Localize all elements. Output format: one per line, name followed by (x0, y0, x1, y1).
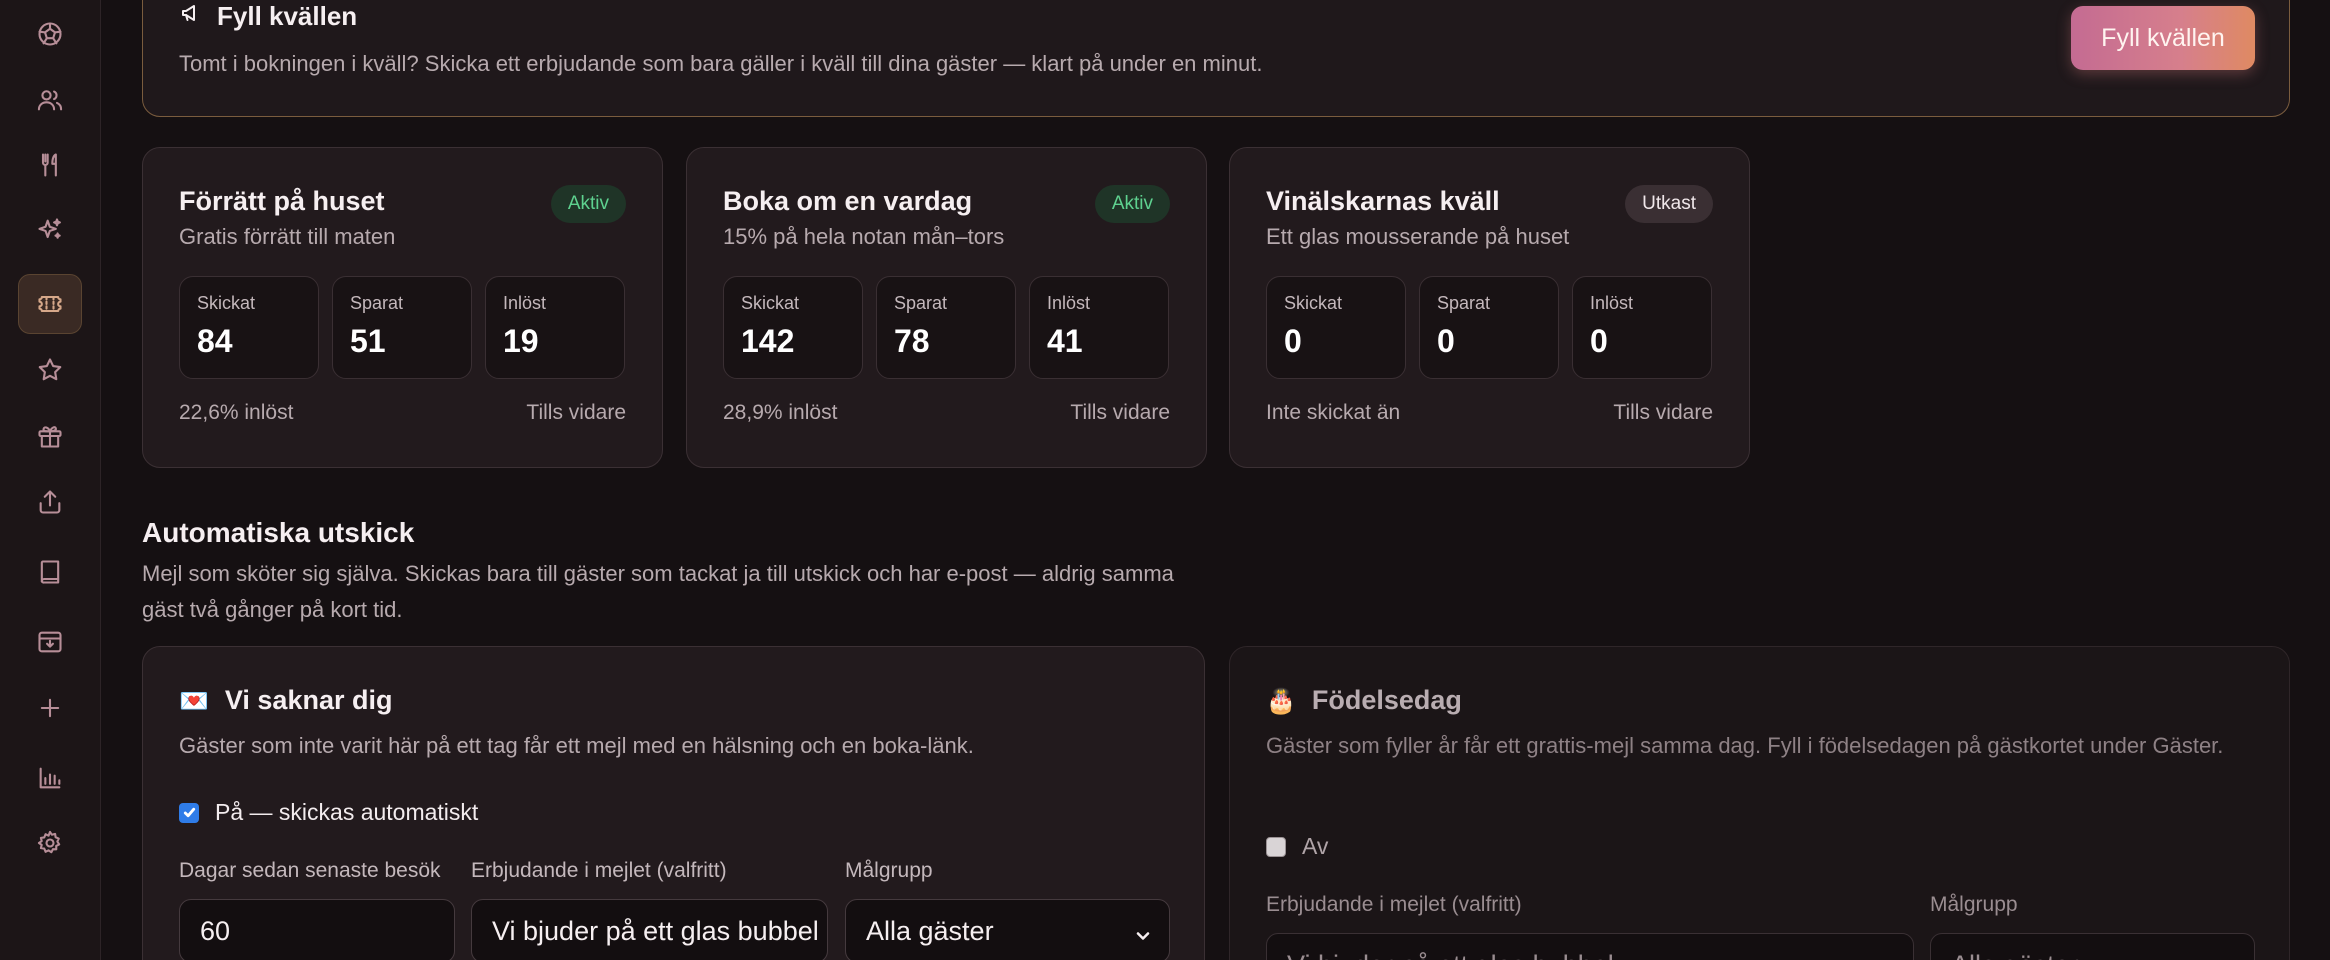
add-icon[interactable] (18, 678, 82, 738)
banner-title-text: Fyll kvällen (217, 1, 358, 31)
validity: Tills vidare (526, 401, 626, 424)
stat-value: 19 (503, 323, 539, 359)
auto-mail-card-miss-you: 💌 Vi saknar dig Gäster som inte varit hä… (142, 646, 1205, 960)
auto-mail-card-birthday: 🎂 Födelsedag Gäster som fyller år får et… (1229, 646, 2290, 960)
stat-redeemed: Inlöst 0 (1572, 276, 1712, 379)
stat-label: Sparat (1437, 293, 1491, 313)
stat-label: Sparat (350, 293, 404, 313)
validity: Tills vidare (1613, 401, 1713, 424)
sidebar (0, 0, 101, 960)
stat-sent: Skickat 0 (1266, 276, 1406, 379)
stat-label: Skickat (741, 293, 800, 313)
fill-evening-button[interactable]: Fyll kvällen (2071, 6, 2255, 70)
redeem-rate: Inte skickat än (1266, 401, 1401, 424)
stat-sent: Skickat 142 (723, 276, 863, 379)
love-letter-icon: 💌 (179, 686, 209, 715)
stat-saved: Sparat 78 (876, 276, 1016, 379)
audience-select[interactable]: Alla gäster (1930, 933, 2255, 960)
stat-sent: Skickat 84 (179, 276, 319, 379)
gift-icon[interactable] (18, 406, 82, 466)
offer-card[interactable]: Förrätt på huset Gratis förrätt till mat… (142, 147, 663, 468)
dashboard-icon[interactable] (18, 4, 82, 64)
main-content: Fyll kvällen Tomt i bokningen i kväll? S… (101, 0, 2330, 960)
export-icon[interactable] (18, 472, 82, 532)
status-badge: Aktiv (1094, 185, 1170, 223)
offer-label: Erbjudande i mejlet (valfritt) (471, 859, 727, 882)
toggle-label: Av (1302, 833, 1329, 859)
redeem-rate: 22,6% inlöst (179, 401, 294, 424)
checkbox-checked[interactable] (179, 802, 199, 823)
star-icon[interactable] (18, 340, 82, 400)
stat-label: Skickat (197, 293, 256, 313)
stat-value: 142 (741, 323, 795, 359)
status-badge: Aktiv (550, 185, 626, 223)
audience-value: Alla gäster (866, 915, 994, 946)
stat-value: 51 (350, 323, 386, 359)
stat-value: 0 (1284, 323, 1302, 359)
section-title: Automatiska utskick (142, 517, 415, 548)
audience-value: Alla gäster (1951, 950, 2079, 960)
offer-subtitle: Gratis förrätt till maten (179, 224, 396, 249)
offers-icon[interactable] (18, 274, 82, 334)
redeem-rate: 28,9% inlöst (723, 401, 838, 424)
archive-icon[interactable] (18, 612, 82, 672)
stat-label: Inlöst (1047, 293, 1091, 313)
section-description: Mejl som sköter sig själva. Skickas bara… (142, 561, 1174, 622)
stats-icon[interactable] (18, 748, 82, 808)
stat-value: 0 (1590, 323, 1608, 359)
stat-redeemed: Inlöst 41 (1029, 276, 1169, 379)
auto-title: 🎂 Födelsedag (1266, 685, 1462, 716)
offer-title: Förrätt på huset (179, 186, 385, 216)
stat-value: 78 (894, 323, 930, 359)
days-label: Dagar sedan senaste besök (179, 859, 441, 882)
auto-description: Gäster som fyller år får ett grattis-mej… (1266, 733, 2224, 758)
menu-icon[interactable] (18, 135, 82, 195)
sparkle-icon[interactable] (18, 200, 82, 260)
offer-label: Erbjudande i mejlet (valfritt) (1266, 893, 1522, 916)
auto-description: Gäster som inte varit här på ett tag får… (179, 733, 974, 758)
auto-toggle[interactable]: Av (1266, 833, 1328, 860)
banner-description: Tomt i bokningen i kväll? Skicka ett erb… (179, 51, 1263, 76)
audience-label: Målgrupp (1930, 893, 2018, 916)
book-icon[interactable] (18, 542, 82, 602)
chevron-down-icon (1133, 922, 1153, 942)
cake-icon: 🎂 (1266, 686, 1296, 715)
fill-evening-banner: Fyll kvällen Tomt i bokningen i kväll? S… (142, 0, 2290, 117)
validity: Tills vidare (1070, 401, 1170, 424)
offer-title: Boka om en vardag (723, 186, 973, 216)
stat-saved: Sparat 0 (1419, 276, 1559, 379)
stat-label: Skickat (1284, 293, 1343, 313)
auto-title: 💌 Vi saknar dig (179, 685, 392, 716)
stat-saved: Sparat 51 (332, 276, 472, 379)
stat-value: 41 (1047, 323, 1083, 359)
offer-input[interactable]: Vi bjuder på ett glas bubbel (471, 899, 828, 960)
checkbox-unchecked[interactable] (1266, 836, 1286, 857)
offer-input[interactable]: Vi bjuder på ett glas bubbel (1266, 933, 1914, 960)
offer-subtitle: 15% på hela notan mån–tors (723, 224, 1005, 249)
settings-icon[interactable] (18, 813, 82, 873)
auto-title-text: Födelsedag (1311, 685, 1462, 715)
guests-icon[interactable] (18, 70, 82, 130)
banner-title: Fyll kvällen (179, 1, 357, 32)
offer-title: Vinälskarnas kväll (1266, 186, 1500, 216)
offer-subtitle: Ett glas mousserande på huset (1266, 224, 1570, 249)
audience-label: Målgrupp (845, 859, 933, 882)
stat-value: 84 (197, 323, 233, 359)
auto-toggle[interactable]: På — skickas automatiskt (179, 799, 478, 826)
stat-label: Inlöst (1590, 293, 1634, 313)
stat-redeemed: Inlöst 19 (485, 276, 625, 379)
audience-select[interactable]: Alla gäster (845, 899, 1170, 960)
toggle-label: På — skickas automatiskt (215, 799, 479, 825)
offer-card[interactable]: Vinälskarnas kväll Ett glas mousserande … (1229, 147, 1750, 468)
stat-value: 0 (1437, 323, 1455, 359)
days-input[interactable]: 60 (179, 899, 455, 960)
stat-label: Inlöst (503, 293, 547, 313)
auto-title-text: Vi saknar dig (224, 685, 393, 715)
status-badge: Utkast (1625, 185, 1713, 223)
stat-label: Sparat (894, 293, 948, 313)
megaphone-icon (179, 1, 203, 32)
offer-card[interactable]: Boka om en vardag 15% på hela notan mån–… (686, 147, 1207, 468)
